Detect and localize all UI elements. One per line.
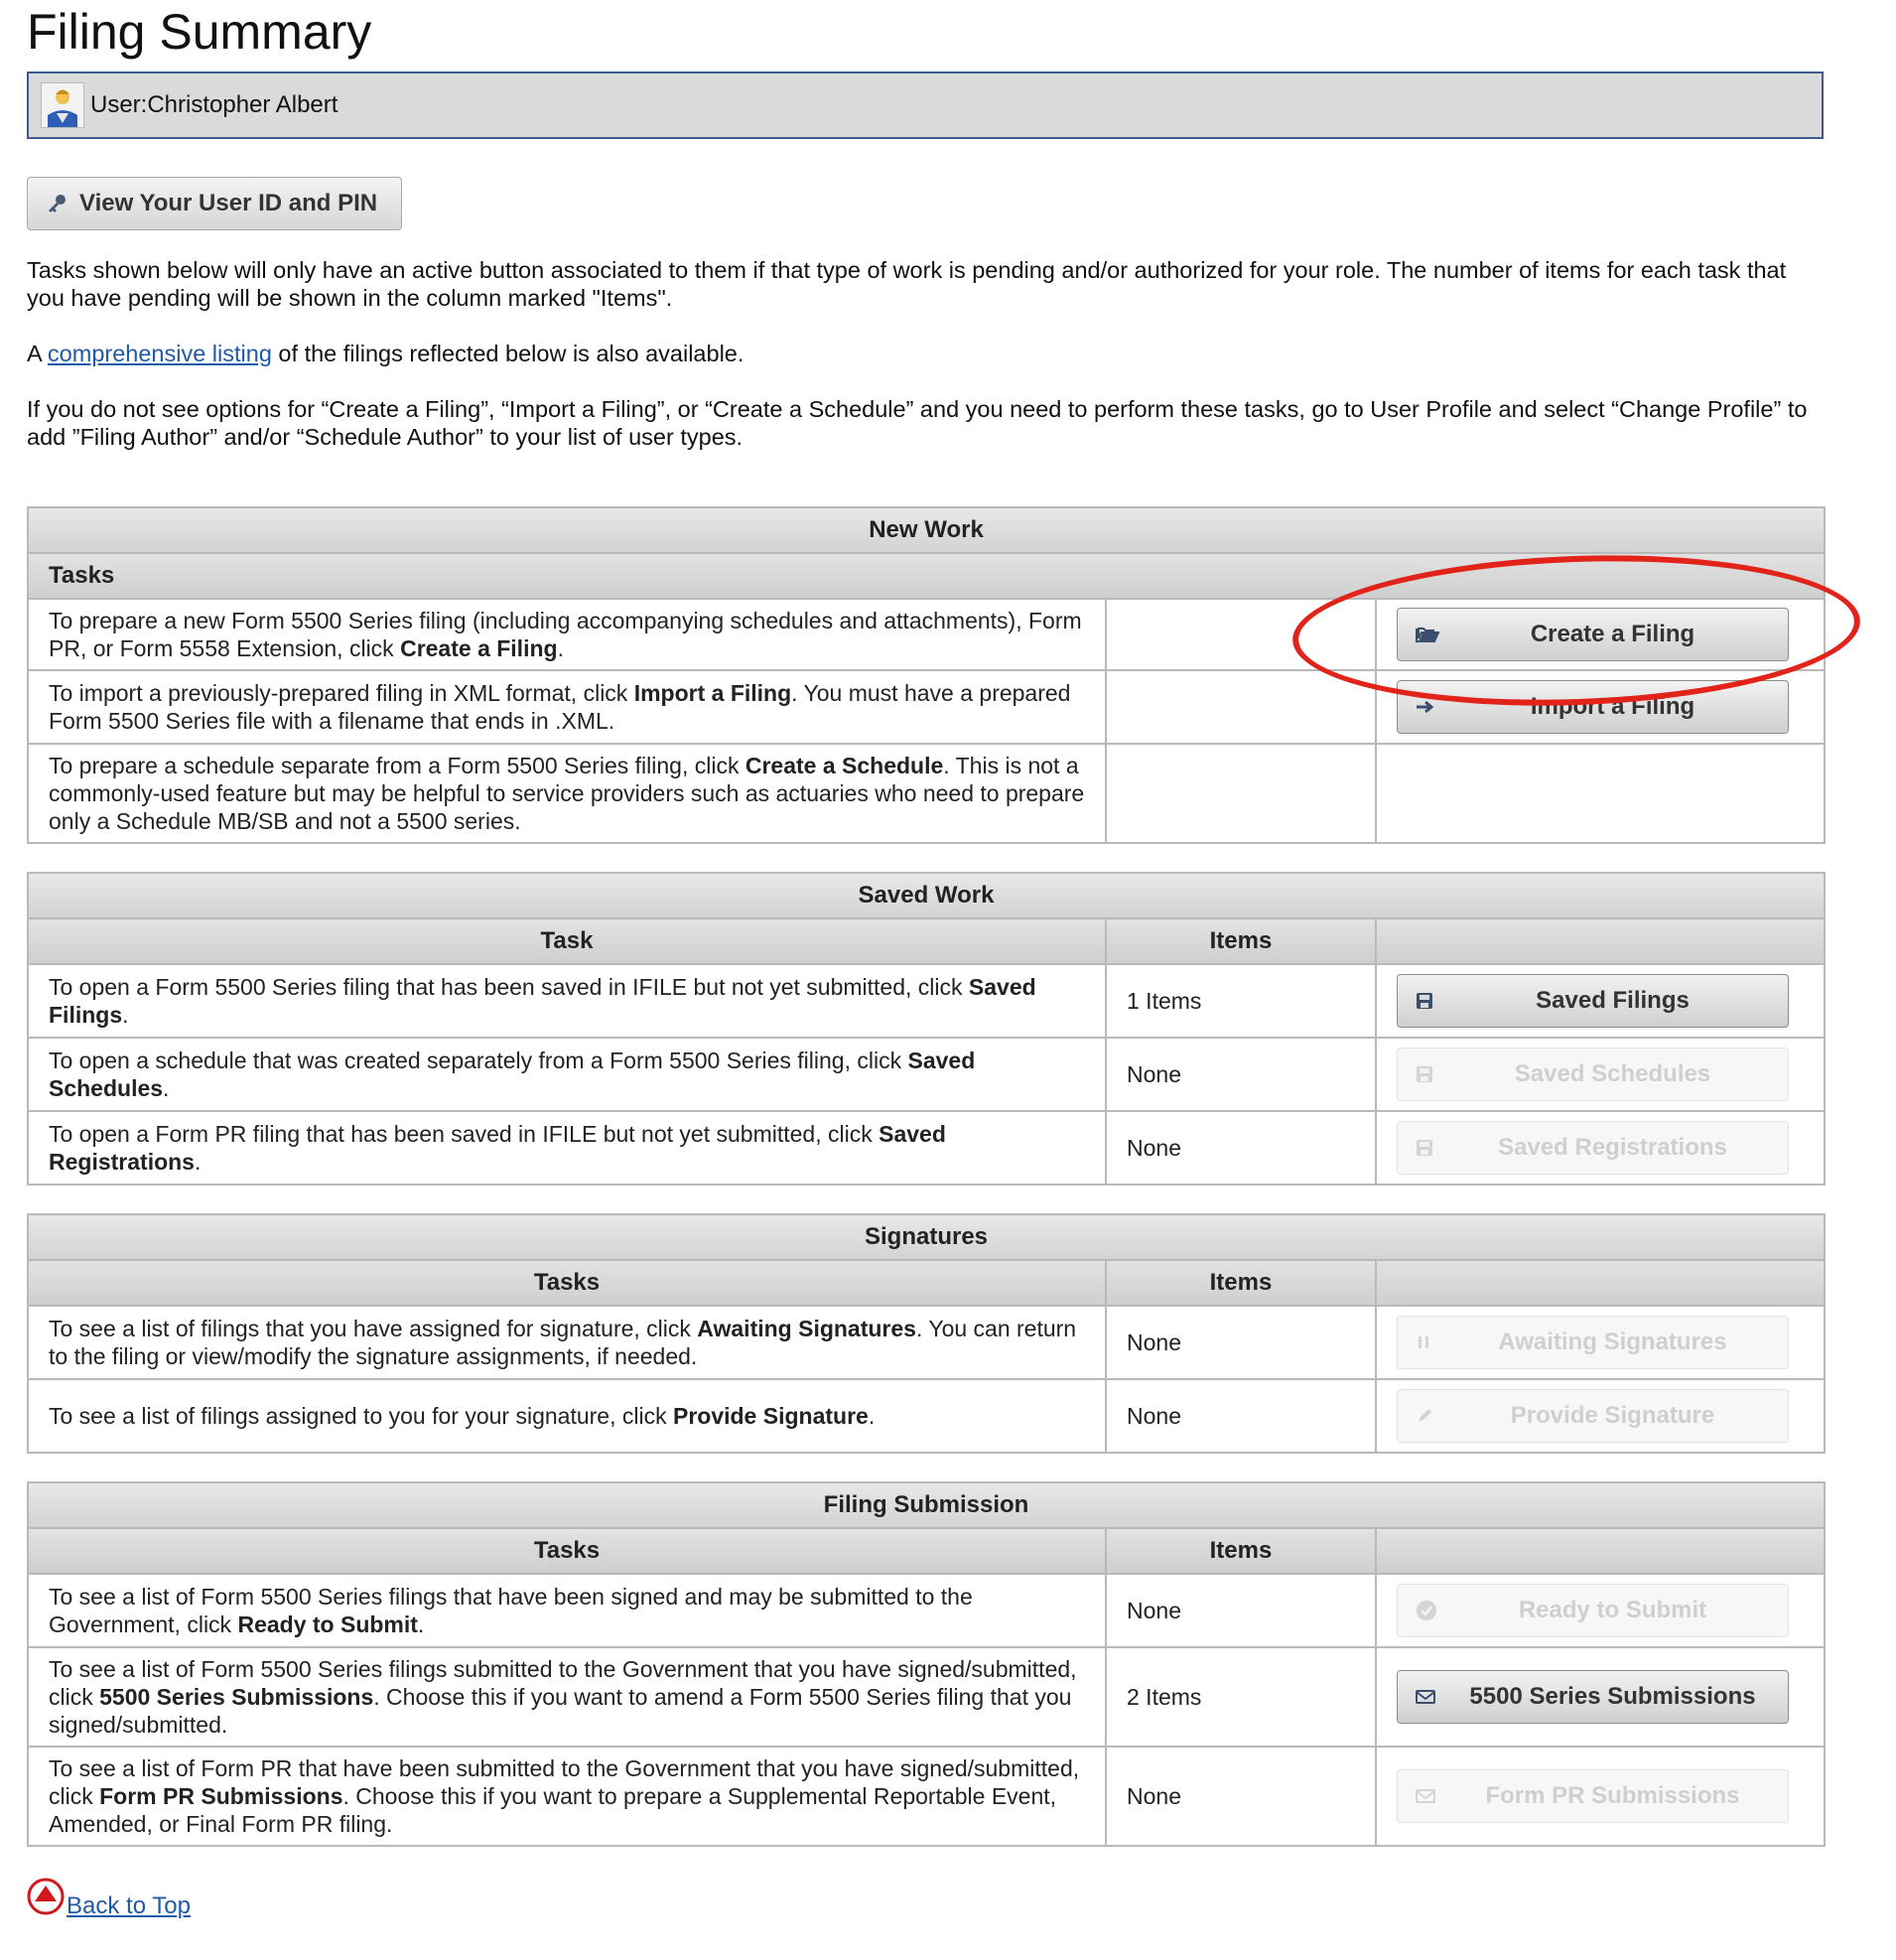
intro-paragraph: Tasks shown below will only have an acti… bbox=[27, 257, 1787, 311]
task-description: To import a previously-prepared filing i… bbox=[27, 669, 1107, 745]
action-cell: Create a Filing bbox=[1374, 598, 1827, 671]
task-description: To see a list of Form 5500 Series filing… bbox=[27, 1646, 1107, 1748]
action-cell: Ready to Submit bbox=[1374, 1573, 1827, 1648]
table-row: To see a list of Form PR that have been … bbox=[27, 1746, 1827, 1847]
action-header bbox=[1374, 1527, 1827, 1575]
task-description: To open a schedule that was created sepa… bbox=[27, 1037, 1107, 1112]
saved-work-title: Saved Work bbox=[26, 872, 1827, 919]
pen-icon bbox=[1416, 1407, 1433, 1425]
items-header: Items bbox=[1105, 1527, 1377, 1575]
action-cell: 5500 Series Submissions bbox=[1374, 1646, 1827, 1748]
signatures-title: Signatures bbox=[26, 1213, 1827, 1261]
provide-signature-button[interactable]: Provide Signature bbox=[1397, 1389, 1789, 1443]
items-count: None bbox=[1105, 1573, 1377, 1648]
task-description: To see a list of filings assigned to you… bbox=[27, 1378, 1107, 1454]
page-title: Filing Summary bbox=[27, 4, 372, 60]
pause-icon bbox=[1416, 1334, 1431, 1350]
saved-work-table: Saved Work Task Items To open a Form 550… bbox=[26, 872, 1827, 1186]
arrow-right-icon bbox=[1416, 700, 1435, 714]
view-user-id-pin-button[interactable]: View Your User ID and PIN bbox=[27, 177, 402, 230]
table-row: To see a list of filings assigned to you… bbox=[27, 1378, 1827, 1454]
back-to-top-link[interactable]: Back to Top bbox=[67, 1892, 191, 1920]
items-count: None bbox=[1105, 1378, 1377, 1454]
filing-submission-table: Filing Submission Tasks Items To see a l… bbox=[26, 1481, 1827, 1847]
task-description: To prepare a new Form 5500 Series filing… bbox=[27, 598, 1107, 671]
table-row: To open a Form 5500 Series filing that h… bbox=[27, 963, 1827, 1039]
5500-series-submissions-button[interactable]: 5500 Series Submissions bbox=[1397, 1670, 1789, 1724]
items-count: 1 Items bbox=[1105, 963, 1377, 1039]
new-work-table: New Work Tasks To prepare a new Form 550… bbox=[26, 506, 1827, 844]
key-icon bbox=[46, 193, 68, 214]
up-arrow-circle-icon bbox=[27, 1878, 65, 1920]
check-circle-icon bbox=[1416, 1600, 1437, 1621]
action-cell bbox=[1374, 743, 1827, 844]
table-row: To prepare a new Form 5500 Series filing… bbox=[27, 598, 1827, 671]
items-count: None bbox=[1105, 1746, 1377, 1847]
page: Filing Summary User:Christopher Albert V… bbox=[26, 0, 1827, 1847]
awaiting-signatures-button[interactable]: Awaiting Signatures bbox=[1397, 1316, 1789, 1369]
saved-registrations-button[interactable]: Saved Registrations bbox=[1397, 1121, 1789, 1175]
save-icon bbox=[1416, 1065, 1433, 1083]
action-cell: Import a Filing bbox=[1374, 669, 1827, 745]
action-header bbox=[1374, 1259, 1827, 1307]
listing-suffix: of the filings reflected below is also a… bbox=[271, 341, 745, 366]
profile-paragraph: If you do not see options for “Create a … bbox=[27, 396, 1808, 450]
task-description: To open a Form 5500 Series filing that h… bbox=[27, 963, 1107, 1039]
action-header bbox=[1374, 917, 1827, 965]
table-row: To open a schedule that was created sepa… bbox=[27, 1037, 1827, 1112]
items-header: Items bbox=[1105, 1259, 1377, 1307]
back-to-top[interactable]: Back to Top bbox=[27, 1877, 191, 1920]
table-row: To see a list of Form 5500 Series filing… bbox=[27, 1573, 1827, 1648]
table-row: To prepare a schedule separate from a Fo… bbox=[27, 743, 1827, 844]
task-description: To see a list of filings that you have a… bbox=[27, 1305, 1107, 1380]
items-cell bbox=[1105, 598, 1377, 671]
task-description: To see a list of Form PR that have been … bbox=[27, 1746, 1107, 1847]
task-description: To open a Form PR filing that has been s… bbox=[27, 1110, 1107, 1186]
user-avatar-icon bbox=[41, 82, 84, 128]
action-cell: Saved Registrations bbox=[1374, 1110, 1827, 1186]
envelope-icon bbox=[1416, 1788, 1435, 1804]
table-row: To see a list of filings that you have a… bbox=[27, 1305, 1827, 1380]
task-header: Task bbox=[27, 917, 1107, 965]
table-row: To import a previously-prepared filing i… bbox=[27, 669, 1827, 745]
items-cell bbox=[1105, 743, 1377, 844]
saved-filings-button[interactable]: Saved Filings bbox=[1397, 974, 1789, 1028]
items-count: 2 Items bbox=[1105, 1646, 1377, 1748]
action-cell: Form PR Submissions bbox=[1374, 1746, 1827, 1847]
items-header: Items bbox=[1105, 917, 1377, 965]
table-row: To see a list of Form 5500 Series filing… bbox=[27, 1646, 1827, 1748]
save-icon bbox=[1416, 1139, 1433, 1157]
items-count: None bbox=[1105, 1110, 1377, 1186]
envelope-icon bbox=[1416, 1689, 1435, 1705]
listing-prefix: A bbox=[27, 341, 48, 366]
action-cell: Provide Signature bbox=[1374, 1378, 1827, 1454]
items-count: None bbox=[1105, 1305, 1377, 1380]
tasks-header: Tasks bbox=[26, 552, 1827, 600]
tasks-header: Tasks bbox=[27, 1527, 1107, 1575]
items-count: None bbox=[1105, 1037, 1377, 1112]
signatures-table: Signatures Tasks Items To see a list of … bbox=[26, 1213, 1827, 1454]
import-filing-button[interactable]: Import a Filing bbox=[1397, 680, 1789, 734]
create-filing-button[interactable]: Create a Filing bbox=[1397, 608, 1789, 661]
user-bar: User:Christopher Albert bbox=[27, 71, 1824, 139]
ready-to-submit-button[interactable]: Ready to Submit bbox=[1397, 1584, 1789, 1637]
action-cell: Saved Filings bbox=[1374, 963, 1827, 1039]
filing-submission-title: Filing Submission bbox=[26, 1481, 1827, 1529]
folder-open-icon bbox=[1416, 625, 1439, 644]
action-cell: Saved Schedules bbox=[1374, 1037, 1827, 1112]
listing-paragraph: A comprehensive listing of the filings r… bbox=[27, 340, 1824, 367]
form-pr-submissions-button[interactable]: Form PR Submissions bbox=[1397, 1769, 1789, 1823]
items-cell bbox=[1105, 669, 1377, 745]
user-name: User:Christopher Albert bbox=[90, 91, 339, 118]
action-cell: Awaiting Signatures bbox=[1374, 1305, 1827, 1380]
table-row: To open a Form PR filing that has been s… bbox=[27, 1110, 1827, 1186]
task-description: To prepare a schedule separate from a Fo… bbox=[27, 743, 1107, 844]
saved-schedules-button[interactable]: Saved Schedules bbox=[1397, 1048, 1789, 1101]
task-description: To see a list of Form 5500 Series filing… bbox=[27, 1573, 1107, 1648]
save-icon bbox=[1416, 992, 1433, 1010]
view-user-id-pin-label: View Your User ID and PIN bbox=[79, 190, 378, 216]
comprehensive-listing-link[interactable]: comprehensive listing bbox=[48, 341, 272, 366]
new-work-title: New Work bbox=[26, 506, 1827, 554]
tasks-header: Tasks bbox=[27, 1259, 1107, 1307]
